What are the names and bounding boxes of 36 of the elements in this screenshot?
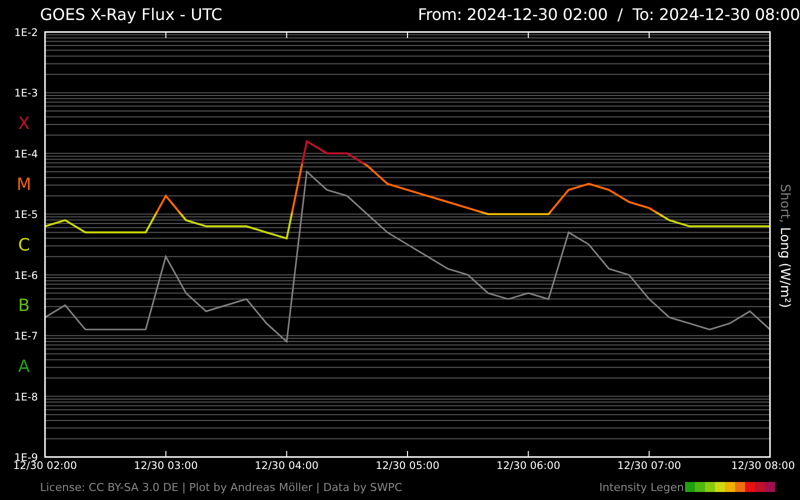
tick-mark: [44, 450, 46, 458]
tick-mark: [648, 450, 650, 458]
y-tick-label: 1E-3: [14, 88, 38, 100]
y-tick-label: 1E-2: [14, 28, 38, 39]
x-tick-label: 12/30 02:00: [13, 460, 77, 472]
y-tick-label: 1E-6: [14, 270, 38, 282]
flare-class-label: B: [18, 296, 30, 316]
y-tick-label: 1E-4: [14, 148, 38, 160]
tick-mark: [407, 32, 408, 38]
time-range: From: 2024-12-30 02:00 / To: 2024-12-30 08:00: [418, 4, 800, 24]
x-tick-label: 12/30 06:00: [496, 460, 560, 472]
flare-class-label: X: [18, 114, 30, 134]
flare-class-label: A: [18, 356, 30, 377]
tick-mark: [528, 32, 529, 38]
tick-mark: [528, 450, 529, 458]
flare-class-label: M: [16, 174, 32, 195]
legend-label: Intensity Legen: [599, 480, 684, 494]
y-tick-label: 1E-8: [14, 391, 38, 404]
tick-mark: [165, 450, 166, 458]
credits-text: License: CC BY-SA 3.0 DE | Plot by Andreas Möller | Data by SWPC: [40, 480, 402, 494]
chart-title: GOES X-Ray Flux - UTC: [40, 4, 222, 24]
tick-mark: [286, 450, 288, 458]
tick-mark: [648, 32, 650, 38]
y-axis-label: Short, Long (W/m²): [777, 184, 792, 308]
x-tick-label: 12/30 04:00: [254, 460, 319, 472]
flare-class-label: C: [18, 236, 30, 256]
x-tick-label: 12/30 07:00: [617, 460, 682, 472]
x-tick-label: 12/30 05:00: [376, 460, 440, 472]
tick-mark: [44, 32, 46, 38]
tick-mark: [165, 32, 166, 38]
y-tick-label: 1E-7: [14, 330, 38, 343]
tick-mark: [286, 32, 288, 38]
x-tick-label: 12/30 03:00: [134, 460, 198, 472]
y-tick-label: 1E-5: [14, 209, 38, 222]
tick-mark: [407, 450, 408, 458]
x-tick-label: 12/30 08:00: [731, 460, 795, 472]
